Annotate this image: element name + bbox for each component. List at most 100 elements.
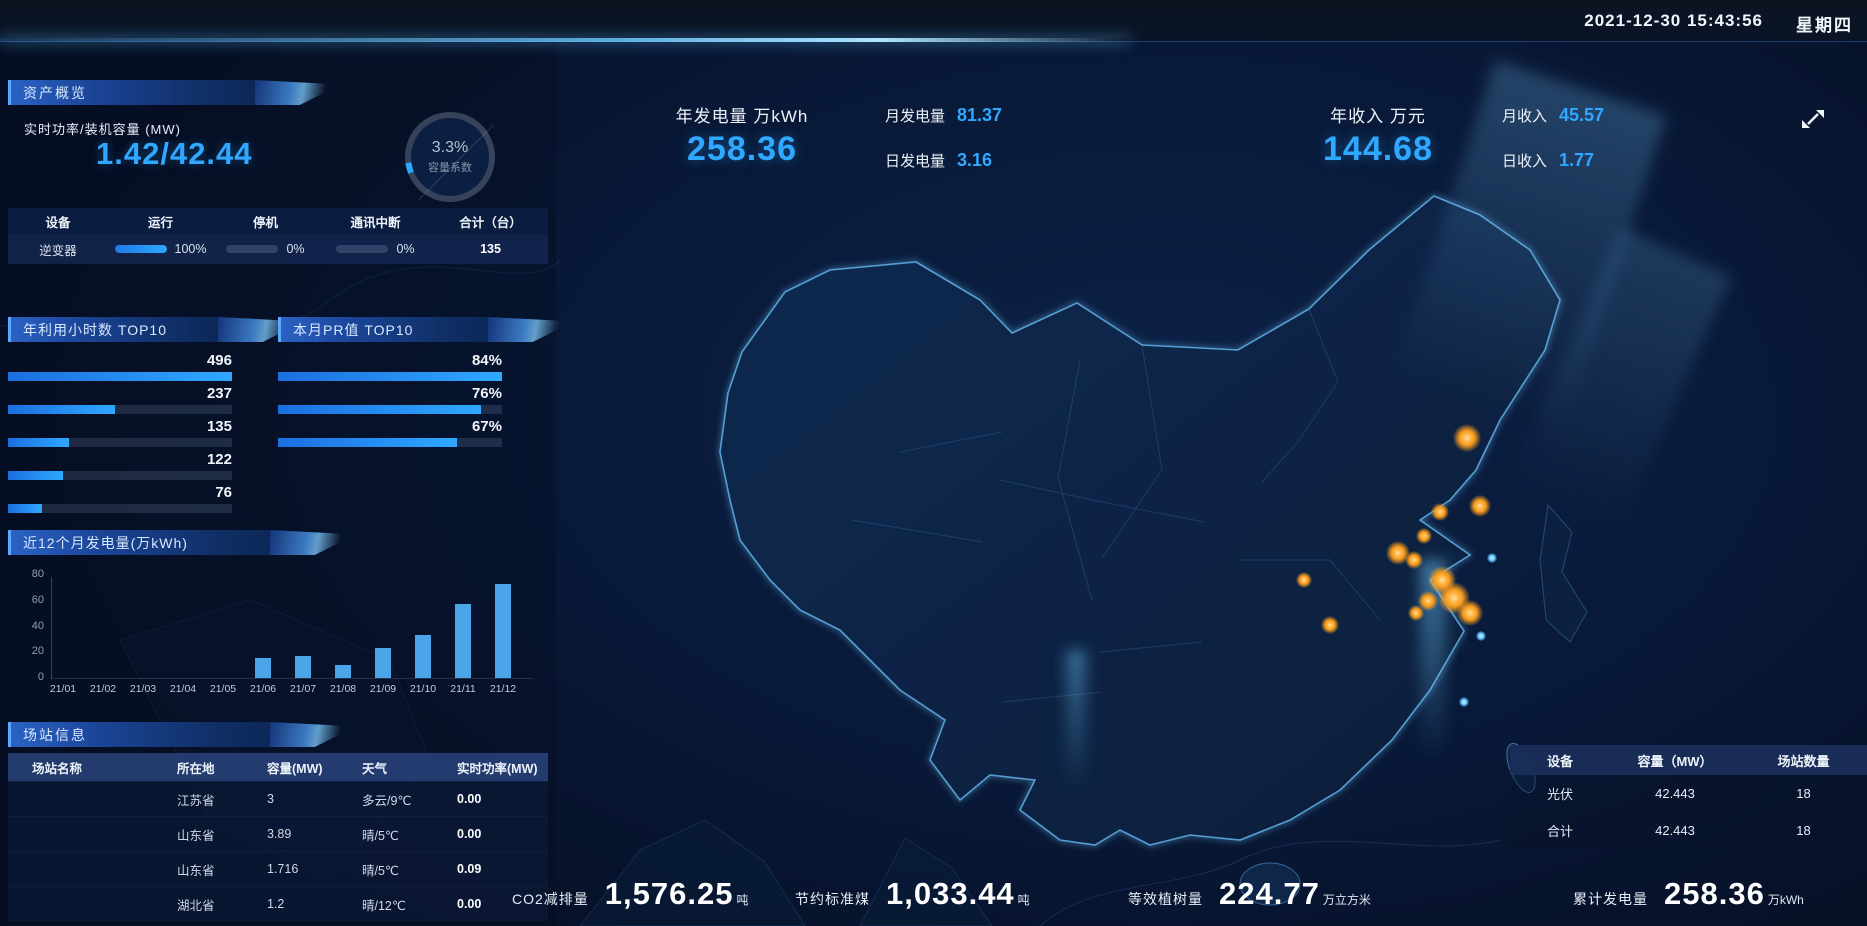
y-tick: 80 <box>14 568 44 580</box>
month-label: 21/06 <box>243 683 283 695</box>
equivalent-trees-stat: 等效植树量 224.77 万立方米 <box>1128 876 1371 912</box>
month-column: 21/08 <box>323 565 363 678</box>
stop-progress <box>226 245 278 253</box>
col-power: 实时功率(MW) <box>453 758 548 777</box>
col-province: 所在地 <box>173 758 263 777</box>
panel-top10-hours-header: 年利用小时数 TOP10 <box>8 317 218 342</box>
month-column: 21/03 <box>123 565 163 678</box>
map-glint <box>1459 697 1469 707</box>
device-name: 逆变器 <box>8 240 108 259</box>
capacity-factor-gauge: 3.3% 容量系数 <box>405 112 495 202</box>
month-label: 21/03 <box>123 683 163 695</box>
bar-row: 135 <box>8 418 232 451</box>
station-dot[interactable] <box>1408 605 1424 621</box>
station-table-header: 场站名称 所在地 容量(MW) 天气 实时功率(MW) <box>8 753 548 781</box>
top10-hours-chart: 496 237 135 122 76 <box>8 352 232 517</box>
panel-station-info-header: 场站信息 <box>8 722 270 747</box>
table-row: 山东省 3.89 晴/5℃ 0.00 <box>8 816 548 851</box>
month-label: 21/01 <box>43 683 83 695</box>
month-column: 21/07 <box>283 565 323 678</box>
month-label: 21/04 <box>163 683 203 695</box>
month-label: 21/11 <box>443 683 483 695</box>
monthly-generation-chart: 80 60 40 20 0 21/0121/0221/0321/0421/052… <box>8 565 548 705</box>
weekday: 星期四 <box>1796 11 1853 36</box>
offline-pct: 0% <box>396 242 414 256</box>
month-column: 21/01 <box>43 565 83 678</box>
month-column: 21/04 <box>163 565 203 678</box>
month-column: 21/09 <box>363 565 403 678</box>
co2-reduction-stat: CO2减排量 1,576.25 吨 <box>512 876 748 912</box>
table-row: 湖北省 1.2 晴/12℃ 0.00 <box>8 886 548 921</box>
bar-row: 122 <box>8 451 232 484</box>
map-glint <box>1487 553 1497 563</box>
month-column: 21/06 <box>243 565 283 678</box>
station-info-table: 场站名称 所在地 容量(MW) 天气 实时功率(MW) 江苏省 3 多云/9℃ … <box>8 753 548 921</box>
bar-row: 237 <box>8 385 232 418</box>
bar-row: 496 <box>8 352 232 385</box>
col-capacity: 容量(MW) <box>263 758 358 777</box>
year-generation-label: 年发电量 万kWh <box>632 102 852 127</box>
col-capacity: 容量（MW） <box>1610 751 1740 770</box>
table-row: 江苏省 3 多云/9℃ 0.00 <box>8 781 548 816</box>
station-dot[interactable] <box>1321 616 1339 634</box>
panel-monthly-gen-header: 近12个月发电量(万kWh) <box>8 530 270 555</box>
panel-title: 近12个月发电量(万kWh) <box>23 533 188 553</box>
panel-title: 本月PR值 TOP10 <box>293 320 413 340</box>
month-column: 21/11 <box>443 565 483 678</box>
col-comm-lost: 通讯中断 <box>318 212 433 231</box>
realtime-power-value: 1.42/42.44 <box>96 136 253 172</box>
table-row: 合计 42.443 18 <box>1510 812 1867 849</box>
month-bar <box>495 584 511 678</box>
y-tick: 20 <box>14 645 44 657</box>
col-running: 运行 <box>108 212 213 231</box>
month-generation: 月发电量 81.37 <box>885 105 1002 126</box>
station-dot[interactable] <box>1469 495 1491 517</box>
topbar: 2021-12-30 15:43:56 星期四 <box>0 0 1867 42</box>
table-row: 逆变器 100% 0% 0% 135 <box>8 234 548 264</box>
station-dot[interactable] <box>1453 424 1481 452</box>
panel-title: 资产概览 <box>23 83 87 103</box>
month-bar <box>255 658 271 678</box>
month-bar <box>415 635 431 678</box>
bar-row: 76% <box>278 385 502 418</box>
year-income-value: 144.68 <box>1268 130 1488 169</box>
month-column: 21/05 <box>203 565 243 678</box>
device-summary-table: 设备 容量（MW） 场站数量 光伏 42.443 18 合计 42.443 18 <box>1510 745 1867 849</box>
station-dot[interactable] <box>1405 551 1423 569</box>
station-dot[interactable] <box>1296 572 1312 588</box>
month-label: 21/12 <box>483 683 523 695</box>
y-tick: 0 <box>14 671 44 683</box>
table-row: 光伏 42.443 18 <box>1510 775 1867 812</box>
device-status-table: 设备 运行 停机 通讯中断 合计（台） 逆变器 100% 0% 0% 135 <box>8 208 548 264</box>
device-table-header: 设备 运行 停机 通讯中断 合计（台） <box>8 208 548 234</box>
table-row: 山东省 1.716 晴/5℃ 0.09 <box>8 851 548 886</box>
station-dot[interactable] <box>1416 528 1432 544</box>
month-bar <box>455 604 471 678</box>
panel-title: 年利用小时数 TOP10 <box>23 320 167 340</box>
month-bar <box>295 656 311 678</box>
month-column: 21/02 <box>83 565 123 678</box>
month-income: 月收入 45.57 <box>1502 105 1604 126</box>
fullscreen-icon[interactable] <box>1798 104 1828 134</box>
y-tick: 40 <box>14 620 44 632</box>
col-station-count: 场站数量 <box>1740 751 1867 770</box>
station-dot[interactable] <box>1438 582 1470 614</box>
month-label: 21/07 <box>283 683 323 695</box>
pv-dashboard: 2021-12-30 15:43:56 星期四 资产概览 实时功率/装机容量 (… <box>0 0 1867 926</box>
run-pct: 100% <box>175 242 207 256</box>
cumulative-generation-stat: 累计发电量 258.36 万kWh <box>1573 876 1804 912</box>
day-generation: 日发电量 3.16 <box>885 150 992 171</box>
col-total: 合计（台） <box>433 212 548 231</box>
bar-row: 67% <box>278 418 502 451</box>
panel-title: 场站信息 <box>23 725 87 745</box>
month-label: 21/02 <box>83 683 123 695</box>
panel-asset-overview-header: 资产概览 <box>8 80 255 105</box>
top10-pr-chart: 84% 76% 67% <box>278 352 502 451</box>
x-axis <box>51 678 533 679</box>
month-column: 21/12 <box>483 565 523 678</box>
station-dot[interactable] <box>1431 503 1449 521</box>
col-stopped: 停机 <box>213 212 318 231</box>
offline-progress <box>336 245 388 253</box>
stop-pct: 0% <box>286 242 304 256</box>
col-device: 设备 <box>1510 751 1610 770</box>
